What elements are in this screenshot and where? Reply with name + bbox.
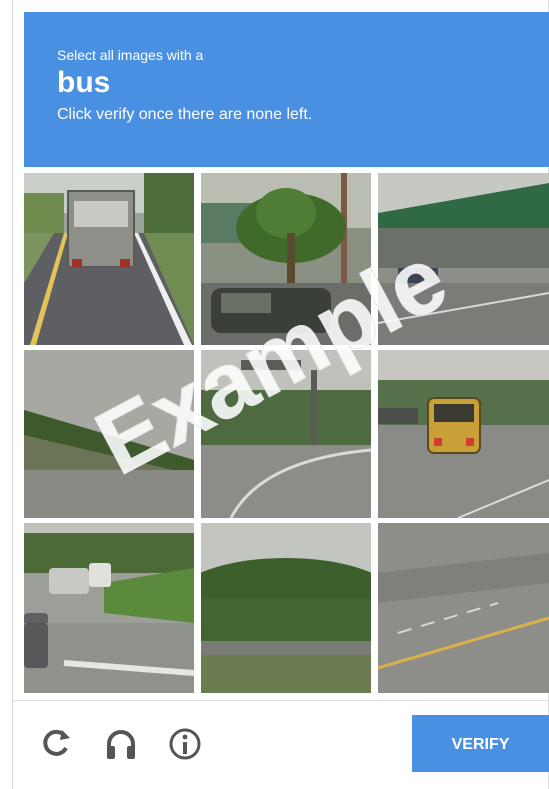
info-icon[interactable]: [168, 727, 202, 761]
image-tile-7[interactable]: [24, 523, 194, 693]
instruction-text: Select all images with a: [57, 47, 204, 63]
image-tile-4[interactable]: [24, 350, 194, 518]
image-tile-2[interactable]: [201, 173, 371, 345]
reload-icon[interactable]: [40, 727, 74, 761]
image-tile-9[interactable]: [378, 523, 549, 693]
audio-headphones-icon[interactable]: [104, 727, 138, 761]
image-grid: [24, 173, 549, 693]
image-tile-5[interactable]: [201, 350, 371, 518]
target-word: bus: [57, 66, 111, 99]
image-tile-3[interactable]: [378, 173, 549, 345]
image-tile-6[interactable]: [378, 350, 549, 518]
image-tile-1[interactable]: [24, 173, 194, 345]
verify-button[interactable]: VERIFY: [412, 715, 549, 772]
footer-divider: [12, 700, 549, 701]
image-tile-8[interactable]: [201, 523, 371, 693]
challenge-header: Select all images with a bus Click verif…: [24, 12, 549, 167]
instruction-note: Click verify once there are none left.: [57, 106, 313, 123]
